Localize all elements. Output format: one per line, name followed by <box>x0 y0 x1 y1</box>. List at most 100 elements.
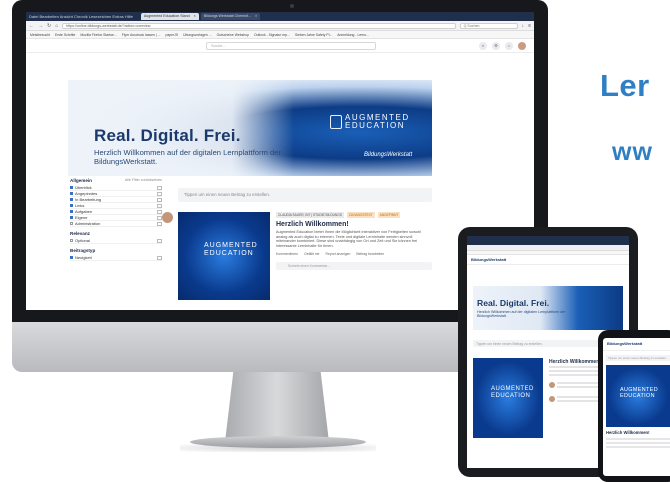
checkbox-checked-icon[interactable] <box>70 204 73 207</box>
phone-logo[interactable]: BildungsWerkstatt <box>607 341 642 346</box>
tablet-hero-banner: Real. Digital. Frei. Herzlich Willkommen… <box>473 286 623 330</box>
filter-label: Überblick <box>75 185 92 190</box>
filter-title: Allgemein <box>70 178 92 183</box>
checkbox-checked-icon[interactable] <box>70 198 73 201</box>
tablet-logo[interactable]: BildungsWerkstatt <box>471 257 506 262</box>
forward-icon[interactable]: → <box>38 23 43 29</box>
filter-item[interactable]: Optional <box>70 238 162 244</box>
imac-stand-foot <box>190 436 366 448</box>
image-line-1: AUGMENTED <box>204 242 258 249</box>
bookmark-item[interactable]: Flyer Ausdruck lassen | ... <box>122 33 161 37</box>
app-search-input[interactable]: Suche... <box>206 42 376 50</box>
filter-toggle[interactable] <box>157 191 162 196</box>
image-line-2: EDUCATION <box>491 393 531 399</box>
avatar[interactable] <box>549 382 555 389</box>
filter-toggle[interactable] <box>157 221 162 226</box>
filter-item[interactable]: Neuigkeit <box>70 255 162 261</box>
bookmark-item[interactable]: paperJS <box>165 33 178 37</box>
hero-title: Real. Digital. Frei. <box>94 126 241 145</box>
like-button[interactable]: Gefällt mir <box>304 252 319 256</box>
tab-inactive[interactable]: Bildungs Werkstatt Chemnit... × <box>200 13 261 20</box>
bildungswerkstatt-logo: BildungsWerkstatt <box>364 152 413 158</box>
search-icon[interactable]: ⌕ <box>479 42 487 50</box>
bookmark-item[interactable]: Outlook - Signatur erp... <box>254 33 290 37</box>
avatar[interactable] <box>162 212 173 223</box>
tablet-hero-title: Real. Digital. Frei. <box>477 298 550 308</box>
headline-line-1: Ler <box>600 68 650 103</box>
reload-icon[interactable]: ↻ <box>47 23 51 29</box>
filter-item[interactable]: Administration <box>70 221 162 227</box>
back-icon[interactable]: ← <box>29 23 34 29</box>
reset-filters-link[interactable]: Alle Filter zurücksetzen <box>125 178 162 183</box>
post-tag: CLAUDIA SAUER, INT | STUDIE BILDUNGS <box>276 212 344 218</box>
headline-line-2: ww <box>612 138 653 166</box>
bookmark-item[interactable]: Sieben Jahre Safety Pl... <box>295 33 332 37</box>
comment-input[interactable]: Schreib einen Kommentar... <box>276 262 432 271</box>
new-post-composer[interactable]: Tippen um einen neuen Beitrag zu erstell… <box>178 188 432 202</box>
phone-post-title: Herzlich Willkommen! <box>606 430 650 435</box>
checkbox-checked-icon[interactable] <box>70 210 73 213</box>
bookmark-item[interactable]: Erste Schritte <box>55 33 75 37</box>
bookmark-item[interactable]: Meistbesucht <box>30 33 50 37</box>
filter-label: Administration <box>75 221 101 226</box>
tablet-image-wordmark: AUGMENTED EDUCATION <box>491 386 534 400</box>
filter-toggle[interactable] <box>157 203 162 208</box>
phone-post-image[interactable]: AUGMENTED EDUCATION <box>606 365 670 427</box>
bookmark-item[interactable]: Gutscheine Webshop <box>217 33 249 37</box>
checkbox-checked-icon[interactable] <box>70 216 73 219</box>
tab-active[interactable]: Augmented Education Stand × <box>140 13 199 20</box>
filter-label: In Bearbeitung <box>75 197 102 202</box>
bookmark-item[interactable]: Mozilla Firefox Startse... <box>80 33 116 37</box>
download-icon[interactable]: ↓ <box>522 23 525 29</box>
checkbox-unchecked-icon[interactable] <box>70 222 73 225</box>
filter-label: Angepinntes <box>75 191 98 196</box>
image-line-2: EDUCATION <box>620 393 655 399</box>
checkbox-unchecked-icon[interactable] <box>70 239 73 242</box>
phone-header: BildungsWerkstatt <box>603 338 670 351</box>
bell-icon[interactable]: • <box>505 42 513 50</box>
filter-toggle[interactable] <box>157 255 162 260</box>
filter-toggle[interactable] <box>157 197 162 202</box>
checkbox-checked-icon[interactable] <box>70 192 73 195</box>
avatar[interactable] <box>518 42 526 50</box>
phone-screen: BildungsWerkstatt Tippen um einen neuen … <box>603 338 670 476</box>
menu-icon[interactable]: ≡ <box>528 23 531 29</box>
home-icon[interactable]: ⌂ <box>55 23 58 29</box>
tablet-app-header: BildungsWerkstatt <box>467 255 629 265</box>
device-mockup-scene: Datei Bearbeiten Ansicht Chronik Lesezei… <box>0 0 670 482</box>
camera-icon <box>290 4 294 8</box>
gear-icon[interactable]: ⚙ <box>492 42 500 50</box>
bookmark-item[interactable]: Übungsvorlagen ... <box>183 33 211 37</box>
browser-menu[interactable]: Datei Bearbeiten Ansicht Chronik Lesezei… <box>29 14 133 19</box>
tab-active-label: Augmented Education Stand <box>143 14 190 18</box>
browser-toolbar: ← → ↻ ⌂ https://online.bildungs-werkstat… <box>26 21 534 31</box>
checkbox-checked-icon[interactable] <box>70 256 73 259</box>
phone-device: BildungsWerkstatt Tippen um einen neuen … <box>598 330 670 482</box>
phone-composer[interactable]: Tippen um einen neuen Beitrag zu erstell… <box>606 355 670 361</box>
tablet-post-image[interactable]: AUGMENTED EDUCATION <box>473 358 543 438</box>
bookmark-item[interactable]: Anmeldung - Lerns... <box>337 33 368 37</box>
app-header: Suche... ⌕ ⚙ • <box>26 39 534 53</box>
report-button[interactable]: Report anzeigen <box>326 252 351 256</box>
filter-header: Allgemein Alle Filter zurücksetzen <box>70 178 162 183</box>
filter-toggle[interactable] <box>157 238 162 243</box>
imac-stand-neck <box>225 372 329 442</box>
filter-toggle[interactable] <box>157 185 162 190</box>
edit-post-button[interactable]: Beitrag bearbeiten <box>356 252 384 256</box>
post-image-wordmark: AUGMENTED EDUCATION <box>204 242 258 258</box>
checkbox-checked-icon[interactable] <box>70 186 73 189</box>
close-icon[interactable]: × <box>194 14 196 18</box>
url-bar[interactable]: https://online.bildungs-werkstatt.de/?ac… <box>62 22 456 29</box>
filter-toggle[interactable] <box>157 209 162 214</box>
logo-wordmark: AUGMENTED EDUCATION <box>345 114 410 130</box>
close-icon[interactable]: × <box>255 14 257 18</box>
post-type-title: Beitragstyp <box>70 248 96 253</box>
post-text: Augmented Education bietet Ihnen die Mög… <box>276 230 421 248</box>
post-tag: ZUGANGSTEXT <box>346 212 375 218</box>
filter-label: Eigene <box>75 215 88 220</box>
browser-tabbar: Datei Bearbeiten Ansicht Chronik Lesezei… <box>26 12 534 21</box>
comment-button[interactable]: Kommentieren <box>276 252 298 256</box>
avatar[interactable] <box>549 396 555 403</box>
browser-search-input[interactable]: Q Suchen <box>459 22 518 29</box>
post-image[interactable]: AUGMENTED EDUCATION <box>178 212 270 300</box>
